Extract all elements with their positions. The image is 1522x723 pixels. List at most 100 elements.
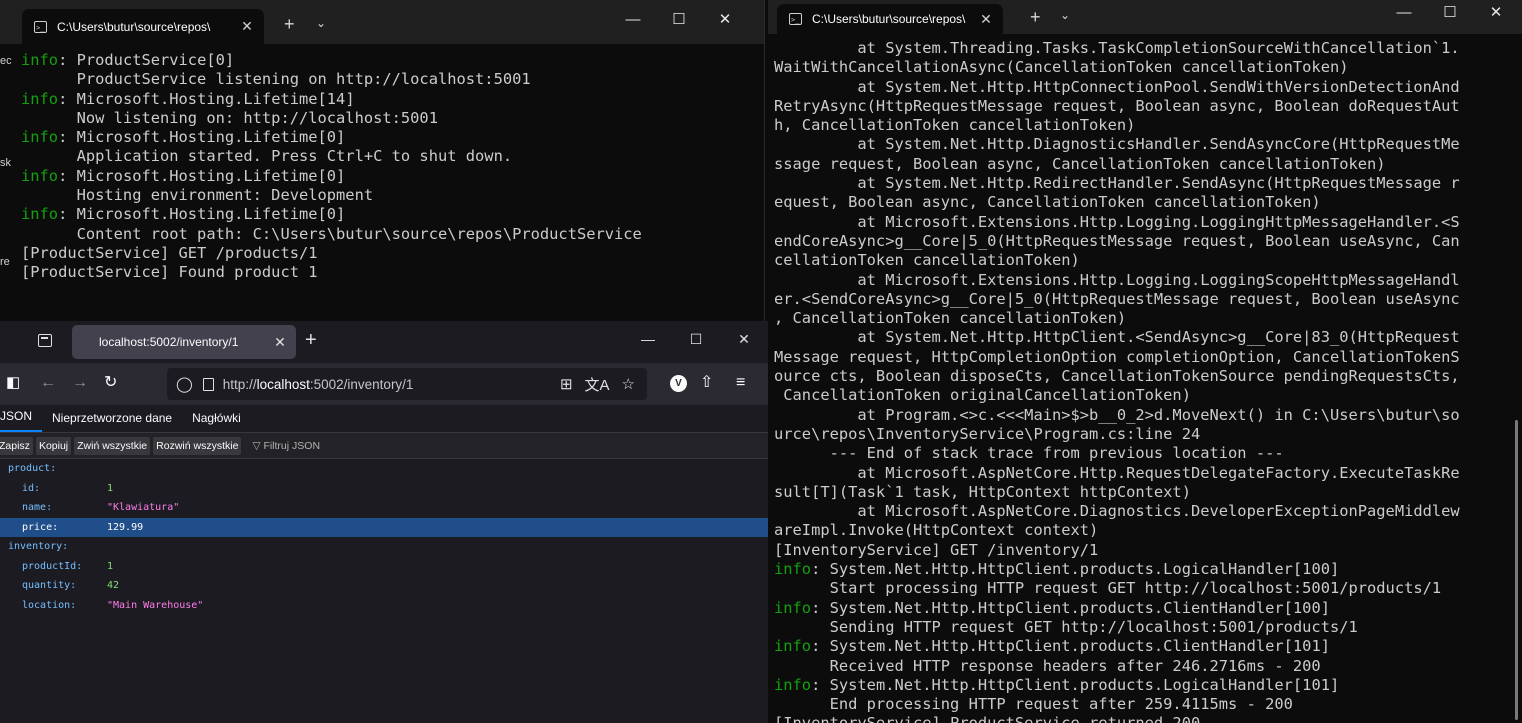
- terminal-line-text: ssage request, Boolean async, Cancellati…: [774, 154, 1386, 173]
- navigation-bar: ◧ ← → ↻ ◯ http://localhost:5002/inventor…: [0, 363, 768, 405]
- terminal-line-text: Now listening on: http://localhost:5001: [21, 108, 438, 127]
- share-icon[interactable]: ⇧: [700, 374, 713, 392]
- maximize-button[interactable]: ☐: [672, 331, 720, 348]
- forward-arrow-icon[interactable]: →: [72, 374, 88, 392]
- terminal-line: urce\repos\InventoryService\Program.cs:l…: [774, 425, 1522, 444]
- scrollbar[interactable]: [1515, 420, 1518, 720]
- terminal-tab[interactable]: >_ C:\Users\butur\source\repos\ ✕: [777, 4, 1003, 34]
- tab-headers[interactable]: Nagłówki: [182, 411, 251, 432]
- terminal-line-text: at System.Net.Http.RedirectHandler.SendA…: [774, 174, 1460, 193]
- terminal-line-text: [ProductService] GET /products/1: [21, 243, 318, 262]
- terminal-line: cellationToken cancellationToken): [774, 251, 1522, 270]
- terminal-line-text: at Microsoft.Extensions.Http.Logging.Log…: [774, 212, 1460, 231]
- terminal-line-text: areImpl.Invoke(HttpContext context): [774, 521, 1099, 540]
- new-tab-button[interactable]: +: [305, 330, 317, 350]
- maximize-button[interactable]: ☐: [1427, 5, 1473, 21]
- shield-icon[interactable]: ◯: [176, 375, 193, 393]
- json-key: price:: [22, 521, 59, 533]
- close-tab-icon[interactable]: ✕: [977, 11, 995, 28]
- terminal-line: CancellationToken originalCancellationTo…: [774, 386, 1522, 405]
- back-arrow-icon[interactable]: ←: [40, 374, 56, 392]
- new-tab-button[interactable]: +: [284, 15, 295, 33]
- tab-json[interactable]: JSON: [0, 409, 43, 432]
- translate-icon[interactable]: 文A: [585, 374, 610, 395]
- url-path: :5002/inventory/1: [309, 376, 414, 392]
- collapse-all-button[interactable]: Zwiń wszystkie: [74, 436, 151, 455]
- minimize-button[interactable]: —: [1381, 5, 1427, 21]
- terminal-line: ssage request, Boolean async, Cancellati…: [774, 155, 1522, 174]
- chevron-down-icon[interactable]: ⌄: [1060, 8, 1070, 22]
- minimize-button[interactable]: —: [624, 331, 672, 348]
- maximize-button[interactable]: ☐: [656, 12, 702, 28]
- filter-json-input[interactable]: ▽ Filtruj JSON: [252, 440, 320, 452]
- terminal-line-text: : System.Net.Http.HttpClient.products.Cl…: [811, 637, 1330, 656]
- bookmark-star-icon[interactable]: ☆: [622, 375, 635, 393]
- terminal-tab[interactable]: >_ C:\Users\butur\source\repos\ ✕: [22, 9, 264, 44]
- json-row[interactable]: product:: [0, 459, 768, 479]
- terminal-line-text: at Microsoft.AspNetCore.Http.RequestDele…: [774, 463, 1460, 482]
- terminal-line-text: [InventoryService] GET /inventory/1: [774, 540, 1099, 559]
- terminal-line: [InventoryService] GET /inventory/1: [774, 541, 1522, 560]
- left-terminal-window: >_ C:\Users\butur\source\repos\ ✕ + ⌄ — …: [0, 0, 765, 335]
- terminal-line: er.<SendCoreAsync>g__Core|5_0(HttpReques…: [774, 290, 1522, 309]
- json-row[interactable]: price: 129.99: [0, 517, 768, 537]
- json-key: name:: [22, 502, 53, 514]
- terminal-line-text: Start processing HTTP request GET http:/…: [774, 579, 1442, 598]
- save-button[interactable]: Zapisz: [0, 436, 33, 455]
- terminal-line-text: at System.Threading.Tasks.TaskCompletion…: [774, 39, 1460, 57]
- terminal-line: Now listening on: http://localhost:5001: [21, 109, 764, 128]
- reader-view-icon[interactable]: ⊞: [560, 375, 573, 393]
- json-value: 1: [107, 560, 114, 572]
- url-scheme: http://: [222, 376, 257, 392]
- close-window-button[interactable]: ✕: [702, 12, 748, 28]
- close-tab-icon[interactable]: ✕: [270, 334, 290, 351]
- tab-list-icon[interactable]: [38, 334, 52, 347]
- terminal-line-text: : Microsoft.Hosting.Lifetime[14]: [58, 89, 355, 108]
- terminal-line: [InventoryService] ProductService return…: [774, 714, 1522, 723]
- url-text[interactable]: http://localhost:5002/inventory/1: [223, 377, 560, 392]
- terminal-line: sult[T](Task`1 task, HttpContext httpCon…: [774, 483, 1522, 502]
- json-row[interactable]: productId: 1: [0, 557, 768, 577]
- close-window-button[interactable]: ✕: [1473, 5, 1519, 21]
- terminal-line-text: Sending HTTP request GET http://localhos…: [774, 617, 1358, 636]
- log-level-info: info: [21, 89, 59, 108]
- json-row[interactable]: quantity: 42: [0, 576, 768, 596]
- window-controls: — ☐ ✕: [1381, 5, 1519, 21]
- close-tab-icon[interactable]: ✕: [238, 18, 256, 35]
- tab-raw-data[interactable]: Nieprzetworzone dane: [42, 411, 182, 432]
- terminal-line: info: System.Net.Http.HttpClient.product…: [774, 560, 1522, 579]
- terminal-line-text: at System.Net.Http.DiagnosticsHandler.Se…: [774, 135, 1460, 154]
- terminal-line-text: urce\repos\InventoryService\Program.cs:l…: [774, 424, 1201, 443]
- terminal-line-text: cellationToken cancellationToken): [774, 251, 1080, 270]
- reload-icon[interactable]: ↻: [104, 374, 117, 392]
- terminal-line-text: : System.Net.Http.HttpClient.products.Cl…: [811, 598, 1330, 617]
- terminal-line: End processing HTTP request after 259.41…: [774, 695, 1522, 714]
- new-tab-button[interactable]: +: [1030, 8, 1041, 26]
- json-row[interactable]: inventory:: [0, 537, 768, 557]
- terminal-line-text: Application started. Press Ctrl+C to shu…: [21, 147, 513, 166]
- close-window-button[interactable]: ✕: [720, 331, 768, 348]
- terminal-line: Content root path: C:\Users\butur\source…: [21, 225, 764, 244]
- minimize-button[interactable]: —: [610, 12, 656, 28]
- json-key: product:: [8, 463, 57, 475]
- terminal-line: equest, Boolean async, CancellationToken…: [774, 193, 1522, 212]
- copy-button[interactable]: Kopiuj: [35, 436, 72, 455]
- terminal-line: Received HTTP response headers after 246…: [774, 657, 1522, 676]
- sidebar-icon[interactable]: ◧: [6, 374, 20, 392]
- terminal-line-text: endCoreAsync>g__Core|5_0(HttpRequestMess…: [774, 231, 1460, 250]
- window-controls: — ☐ ✕: [610, 12, 748, 28]
- log-level-info: info: [774, 598, 812, 617]
- expand-all-button[interactable]: Rozwiń wszystkie: [153, 436, 242, 455]
- json-row[interactable]: name: "Klawiatura": [0, 498, 768, 518]
- terminal-line: ource cts, Boolean disposeCts, Cancellat…: [774, 367, 1522, 386]
- terminal-line-text: : Microsoft.Hosting.Lifetime[0]: [58, 128, 346, 147]
- address-bar[interactable]: ◯ http://localhost:5002/inventory/1 ⊞ 文A…: [167, 368, 647, 400]
- browser-tab[interactable]: localhost:5002/inventory/1 ✕: [72, 325, 296, 359]
- terminal-line: info: Microsoft.Hosting.Lifetime[0]: [21, 128, 764, 147]
- json-row[interactable]: id: 1: [0, 479, 768, 499]
- account-avatar[interactable]: V: [670, 375, 687, 392]
- chevron-down-icon[interactable]: ⌄: [316, 16, 326, 30]
- menu-icon[interactable]: ≡: [736, 374, 745, 392]
- json-row[interactable]: location: "Main Warehouse": [0, 596, 768, 616]
- terminal-line: info: Microsoft.Hosting.Lifetime[14]: [21, 90, 764, 109]
